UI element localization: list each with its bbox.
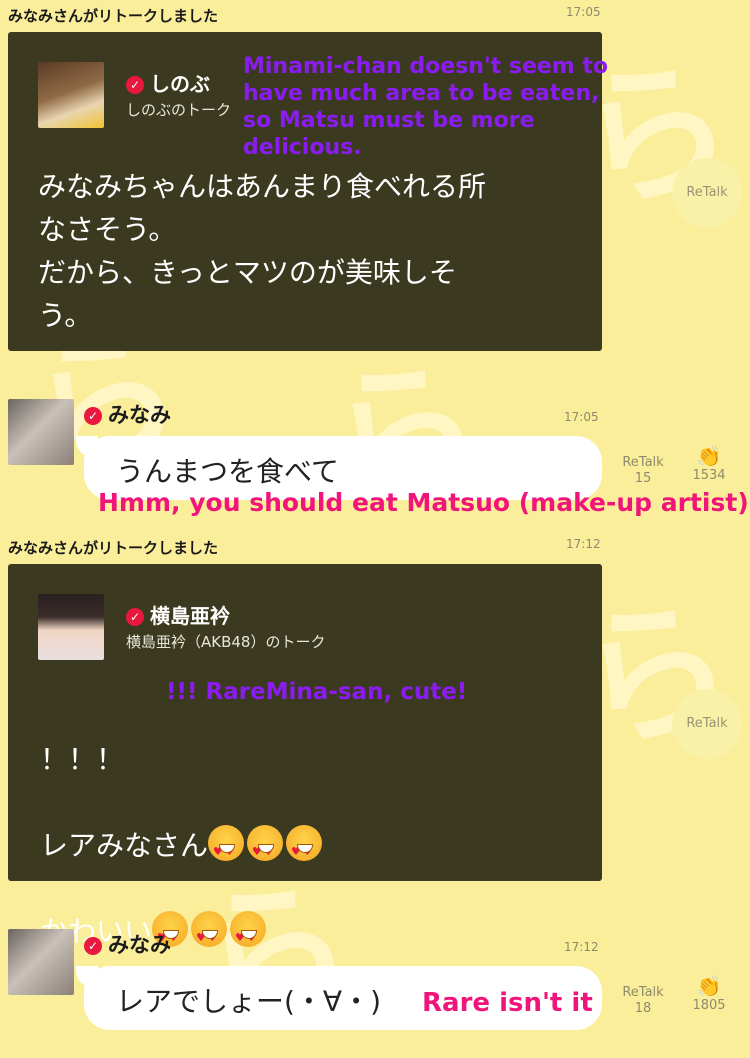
card-author-name: しのぶ <box>150 72 210 96</box>
retalk-count: 15 <box>634 471 652 486</box>
retalk-button[interactable]: ReTalk <box>672 689 742 759</box>
heart-eyes-emoji-icon <box>247 825 284 873</box>
clap-count: 1805 <box>692 998 726 1013</box>
avatar <box>38 62 104 128</box>
card-message-line: レアみなさん <box>40 829 209 862</box>
user-avatar[interactable] <box>8 929 74 995</box>
clap-stat[interactable]: 👏 1805 <box>684 976 734 1014</box>
message-text: うんまつを食べて <box>116 455 339 488</box>
card-message: みなみちゃんはあんまり食べれる所 なさそう。 だから、きっとマツのが美味しそ う… <box>38 170 487 332</box>
translation-overlay: Minami-chan doesn't seem to have much ar… <box>243 54 609 160</box>
clap-stat[interactable]: 👏 1534 <box>684 446 734 484</box>
verified-check-icon: ✓ <box>84 407 102 425</box>
retalk-notice: みなみさんがリトークしました <box>8 7 219 25</box>
verified-check-icon: ✓ <box>84 937 102 955</box>
username: みなみ <box>108 403 171 427</box>
retalk-button[interactable]: ReTalk <box>672 158 742 228</box>
translation-overlay: !!! RareMina-san, cute! <box>166 679 468 705</box>
message-text: レアでしょー(・∀・) <box>116 985 382 1018</box>
retalk-stat[interactable]: ReTalk 18 <box>612 985 674 1017</box>
heart-eyes-emoji-icon <box>286 825 323 873</box>
card-source: しのぶのトーク <box>126 101 232 119</box>
card-source: 横島亜衿（AKB48）のトーク <box>126 633 326 651</box>
translation-overlay: Rare isn't it <box>422 988 593 1018</box>
user-avatar[interactable] <box>8 399 74 465</box>
heart-eyes-emoji-icon <box>230 911 267 959</box>
username: みなみ <box>108 933 171 957</box>
retalk-stat[interactable]: ReTalk 15 <box>612 455 674 487</box>
timestamp: 17:12 <box>564 940 599 954</box>
timestamp: 17:05 <box>566 5 601 19</box>
verified-check-icon: ✓ <box>126 76 144 94</box>
clap-icon: 👏 <box>696 974 722 998</box>
retalk-count: 18 <box>634 1001 652 1016</box>
heart-eyes-emoji-icon <box>208 825 245 873</box>
timestamp: 17:12 <box>566 537 601 551</box>
timestamp: 17:05 <box>564 410 599 424</box>
card-message-line: ！！！ <box>40 743 125 776</box>
clap-icon: 👏 <box>696 444 722 468</box>
translation-overlay: Hmm, you should eat Matsuo (make-up arti… <box>98 488 749 517</box>
retalk-notice: みなみさんがリトークしました <box>8 539 219 557</box>
card-author-name: 横島亜衿 <box>150 604 230 628</box>
clap-count: 1534 <box>692 468 726 483</box>
heart-eyes-emoji-icon <box>191 911 228 959</box>
retalked-post-card[interactable]: ✓横島亜衿 横島亜衿（AKB48）のトーク ！！！ レアみなさん かわいい <box>8 564 602 959</box>
verified-check-icon: ✓ <box>126 608 144 626</box>
avatar <box>38 594 104 660</box>
